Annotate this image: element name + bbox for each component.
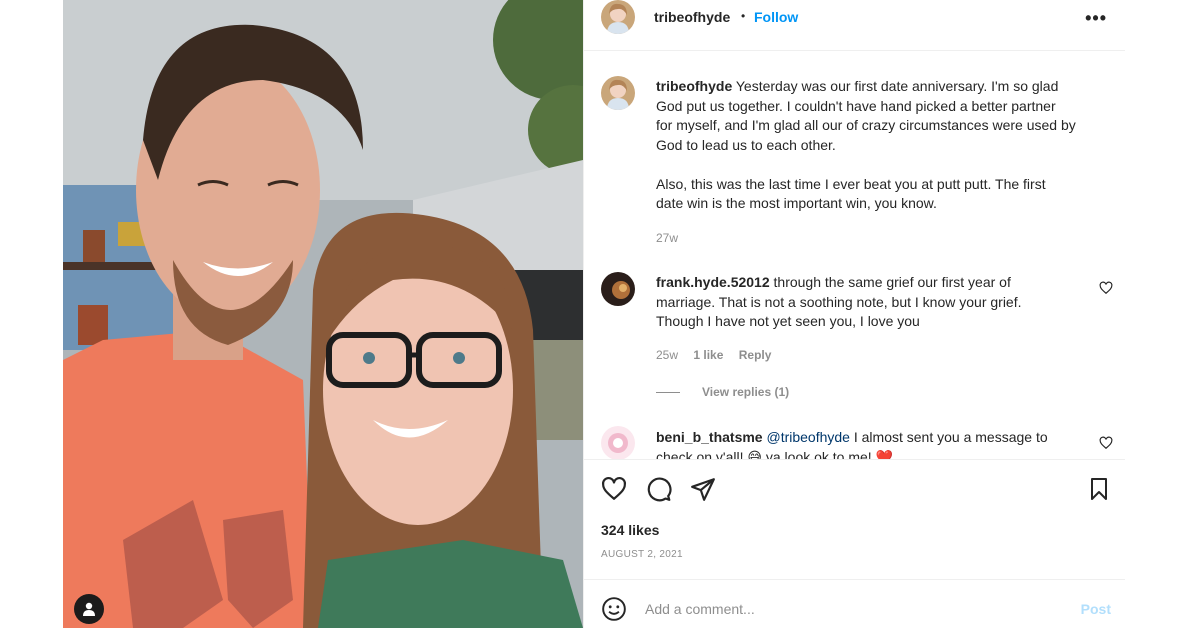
comment-timestamp[interactable]: 25w xyxy=(656,348,678,362)
post-comment-button[interactable]: Post xyxy=(1081,601,1111,617)
caption-text: tribeofhyde Yesterday was our first date… xyxy=(656,77,1096,214)
post-detail-panel: tribeofhyde • Follow ••• tribeofhyde Yes… xyxy=(583,0,1125,628)
comment-username[interactable]: frank.hyde.52012 xyxy=(656,274,770,290)
caption-line: for myself, and I'm glad all our of craz… xyxy=(656,117,1076,133)
caption-line-blank xyxy=(656,155,1096,175)
comment-like-count[interactable]: 1 like xyxy=(693,348,723,362)
commenter-avatar[interactable] xyxy=(601,272,635,306)
post-header: tribeofhyde • Follow ••• xyxy=(584,0,1125,51)
comment-input[interactable]: Add a comment... xyxy=(645,601,755,617)
heart-icon[interactable] xyxy=(601,476,627,507)
emoji-icon[interactable] xyxy=(601,596,627,627)
comment-line-partial: check on y'all! 😅 ya look ok to me! ❤️ xyxy=(656,448,894,460)
comment-mention[interactable]: @tribeofhyde xyxy=(766,429,849,445)
comment-line: marriage. That is not a soothing note, b… xyxy=(656,293,1022,310)
caption-avatar[interactable] xyxy=(601,76,635,110)
comment-line: Though I have not yet seen you, I love y… xyxy=(656,313,920,329)
comment-line: I almost sent you a message to xyxy=(853,429,1048,445)
caption-line: date win is the most important win, you … xyxy=(656,195,937,211)
comment-like-heart-icon[interactable] xyxy=(1099,436,1113,455)
comment-reply-button[interactable]: Reply xyxy=(739,348,772,362)
caption-line: Yesterday was our first date anniversary… xyxy=(735,78,1059,94)
comment-meta: 25w 1 like Reply xyxy=(656,348,783,362)
view-replies-label[interactable]: View replies (1) xyxy=(702,385,789,399)
author-username[interactable]: tribeofhyde xyxy=(654,9,730,25)
comment-text: beni_b_thatsme @tribeofhyde I almost sen… xyxy=(656,428,1076,459)
photo-illustration xyxy=(63,0,583,628)
post-actions: 324 likes AUGUST 2, 2021 xyxy=(584,459,1125,580)
caption-line: Also, this was the last time I ever beat… xyxy=(656,175,1046,192)
author-avatar[interactable] xyxy=(601,0,635,34)
caption-timestamp[interactable]: 27w xyxy=(656,231,678,245)
header-separator: • xyxy=(741,9,746,23)
comment-text: frank.hyde.52012 through the same grief … xyxy=(656,273,1076,332)
replies-divider xyxy=(656,391,680,393)
post-photo[interactable] xyxy=(63,0,583,628)
caption-line: God to lead us to each other. xyxy=(656,136,836,153)
commenter-avatar[interactable] xyxy=(601,426,635,459)
add-comment-bar: Add a comment... Post xyxy=(584,579,1125,629)
more-options-icon[interactable]: ••• xyxy=(1085,8,1107,29)
follow-button[interactable]: Follow xyxy=(754,9,798,25)
view-replies-button[interactable]: View replies (1) xyxy=(656,385,789,399)
bookmark-icon[interactable] xyxy=(1087,476,1111,507)
caption-username[interactable]: tribeofhyde xyxy=(656,78,732,94)
caption-line: God put us together. I couldn't have han… xyxy=(656,97,1056,114)
comment-icon[interactable] xyxy=(646,476,672,507)
user-tag-icon[interactable] xyxy=(74,594,104,624)
comments-list[interactable]: tribeofhyde Yesterday was our first date… xyxy=(584,51,1125,459)
comment-line: through the same grief our first year of xyxy=(773,274,1011,290)
share-icon[interactable] xyxy=(690,476,716,507)
comment-like-heart-icon[interactable] xyxy=(1099,281,1113,300)
like-count[interactable]: 324 likes xyxy=(601,522,659,538)
post-date: AUGUST 2, 2021 xyxy=(601,549,683,560)
comment-username[interactable]: beni_b_thatsme xyxy=(656,429,763,445)
